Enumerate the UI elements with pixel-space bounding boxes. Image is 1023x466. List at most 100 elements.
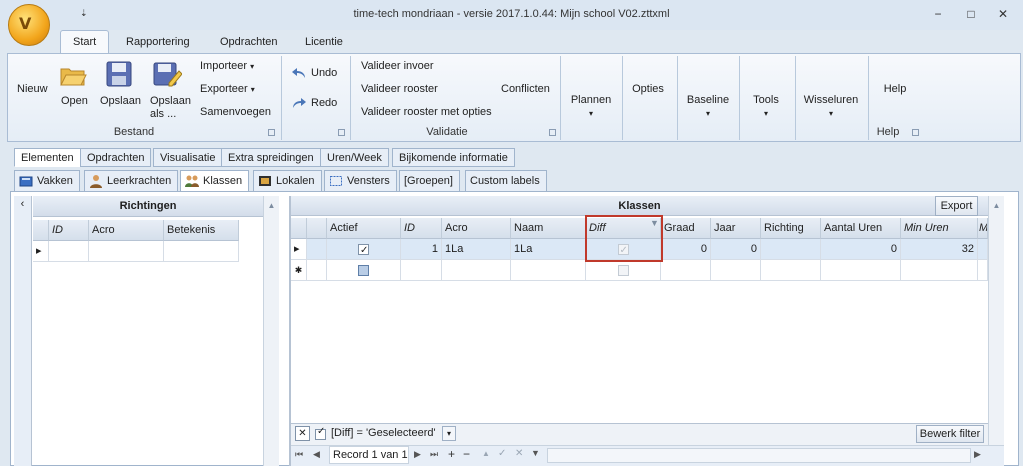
scroll-right-icon[interactable]: ▶	[974, 449, 981, 460]
maximize-button[interactable]: □	[961, 6, 981, 22]
column-header-id[interactable]: ID	[49, 220, 89, 241]
ribbon-tab-licentie[interactable]: Licentie	[293, 32, 355, 53]
max-partial-cell[interactable]	[978, 239, 988, 260]
actief-checkbox-cell[interactable]	[327, 239, 401, 260]
merge-button[interactable]: Samenvoegen	[200, 106, 271, 119]
filter-enabled-checkbox[interactable]	[315, 426, 326, 440]
undo-arrow-icon[interactable]	[291, 66, 307, 80]
new-row-cell[interactable]	[401, 260, 442, 281]
tab-extra-spreidingen[interactable]: Extra spreidingen	[221, 148, 321, 167]
validate-schedule-options-button[interactable]: Valideer rooster met opties	[361, 106, 492, 119]
subtab-klassen[interactable]: Klassen	[180, 170, 250, 192]
minimize-button[interactable]: −	[928, 6, 948, 22]
new-row-cell[interactable]	[978, 260, 988, 281]
ribbon-tab-rapportering[interactable]: Rapportering	[114, 32, 202, 53]
save-as-button[interactable]: Opslaan als ...	[150, 95, 192, 121]
baseline-menu-button[interactable]: Baseline ▾	[679, 94, 737, 120]
richting-cell[interactable]	[761, 239, 821, 260]
add-record-icon[interactable]: +	[448, 447, 455, 461]
cancel-edit-icon[interactable]: ✕	[515, 448, 523, 459]
new-row-cell[interactable]	[901, 260, 978, 281]
save-as-icon[interactable]	[152, 59, 183, 89]
scroll-up-icon[interactable]: ▲	[264, 201, 279, 210]
open-folder-icon[interactable]	[58, 60, 88, 90]
subtab-vakken[interactable]: Vakken	[14, 170, 80, 192]
clear-filter-icon[interactable]: ✕	[295, 426, 310, 441]
new-row-cell[interactable]	[661, 260, 711, 281]
prev-record-icon[interactable]: ◀	[313, 449, 320, 460]
filter-dropdown-chevron-icon[interactable]: ▾	[442, 426, 456, 441]
tab-bijkomende-informatie[interactable]: Bijkomende informatie	[392, 148, 515, 167]
id-cell[interactable]: 1	[401, 239, 442, 260]
open-button[interactable]: Open	[61, 95, 88, 108]
new-button[interactable]: Nieuw	[17, 83, 48, 96]
delete-record-icon[interactable]: −	[463, 447, 470, 461]
table-row[interactable]	[307, 239, 327, 260]
new-row-cell[interactable]	[711, 260, 761, 281]
column-header-min-uren[interactable]: Min Uren	[901, 218, 978, 239]
column-header-acro[interactable]: Acro	[89, 220, 164, 241]
tab-uren-week[interactable]: Uren/Week	[320, 148, 389, 167]
save-disk-icon[interactable]	[104, 59, 134, 89]
subtab-custom-labels[interactable]: Custom labels	[465, 170, 547, 192]
column-header-richting[interactable]: Richting	[761, 218, 821, 239]
save-edit-icon[interactable]: ✓	[498, 448, 506, 459]
import-menu-button[interactable]: Importeer ▾	[200, 60, 254, 73]
options-button[interactable]: Opties	[624, 83, 672, 96]
subtab-groepen[interactable]: [Groepen]	[399, 170, 460, 192]
column-header-naam[interactable]: Naam	[511, 218, 586, 239]
new-row-cell[interactable]	[761, 260, 821, 281]
validate-schedule-button[interactable]: Valideer rooster	[361, 83, 438, 96]
horizontal-scrollbar[interactable]	[547, 448, 971, 463]
ribbon-tab-opdrachten[interactable]: Opdrachten	[208, 32, 289, 53]
next-record-icon[interactable]: ▶	[414, 449, 421, 460]
dialog-launcher-icon[interactable]	[268, 129, 275, 136]
edit-filter-button[interactable]: Bewerk filter	[916, 425, 984, 443]
collapse-panel-strip[interactable]: ‹	[14, 196, 32, 466]
new-row-cell[interactable]	[821, 260, 901, 281]
column-header-actief[interactable]: Actief	[327, 218, 401, 239]
export-button[interactable]: Export	[935, 196, 978, 216]
last-record-icon[interactable]: ⏭	[430, 449, 438, 460]
dialog-launcher-icon[interactable]	[549, 129, 556, 136]
acro-cell[interactable]: 1La	[442, 239, 511, 260]
first-record-icon[interactable]: ⏮	[295, 449, 303, 460]
richtingen-scrollbar[interactable]: ▲	[263, 196, 279, 466]
checkbox-indeterminate-icon[interactable]	[358, 264, 369, 276]
validate-input-button[interactable]: Valideer invoer	[361, 60, 434, 73]
column-header-jaar[interactable]: Jaar	[711, 218, 761, 239]
tab-visualisatie[interactable]: Visualisatie	[153, 148, 223, 167]
undo-button[interactable]: Undo	[311, 67, 337, 80]
subtab-lokalen[interactable]: Lokalen	[253, 170, 322, 192]
graad-cell[interactable]: 0	[661, 239, 711, 260]
column-header-id[interactable]: ID	[401, 218, 442, 239]
min-uren-cell[interactable]: 32	[901, 239, 978, 260]
export-menu-button[interactable]: Exporteer ▾	[200, 83, 255, 96]
new-row-cell[interactable]	[307, 260, 327, 281]
new-row-cell[interactable]	[89, 241, 164, 262]
redo-arrow-icon[interactable]	[291, 96, 307, 110]
new-row-cell[interactable]	[49, 241, 89, 262]
new-row-cell[interactable]	[511, 260, 586, 281]
scroll-up-icon[interactable]: ▲	[989, 201, 1004, 210]
filter-funnel-icon[interactable]: ▼	[531, 448, 540, 458]
klassen-scrollbar[interactable]: ▲	[988, 196, 1004, 446]
subtab-vensters[interactable]: Vensters	[324, 170, 397, 192]
filter-text[interactable]: [Diff] = 'Geselecteerd'	[331, 427, 436, 439]
new-row-cell[interactable]	[442, 260, 511, 281]
tab-opdrachten[interactable]: Opdrachten	[80, 148, 152, 167]
new-row-diff-cell[interactable]	[586, 260, 661, 281]
dialog-launcher-icon[interactable]	[912, 129, 919, 136]
swap-hours-menu-button[interactable]: Wisseluren ▾	[797, 94, 865, 120]
save-button[interactable]: Opslaan	[100, 95, 141, 108]
conflicts-button[interactable]: Conflicten	[501, 83, 550, 96]
help-button[interactable]: Help	[870, 83, 920, 96]
dialog-launcher-icon[interactable]	[338, 129, 345, 136]
aantal-uren-cell[interactable]: 0	[821, 239, 901, 260]
move-up-icon[interactable]: ▲	[482, 449, 490, 458]
plan-menu-button[interactable]: Plannen ▾	[563, 94, 619, 120]
collapse-chevron-icon[interactable]: ‹	[14, 198, 31, 210]
redo-button[interactable]: Redo	[311, 97, 337, 110]
ribbon-tab-start[interactable]: Start	[60, 30, 110, 54]
new-row-actief-cell[interactable]	[327, 260, 401, 281]
